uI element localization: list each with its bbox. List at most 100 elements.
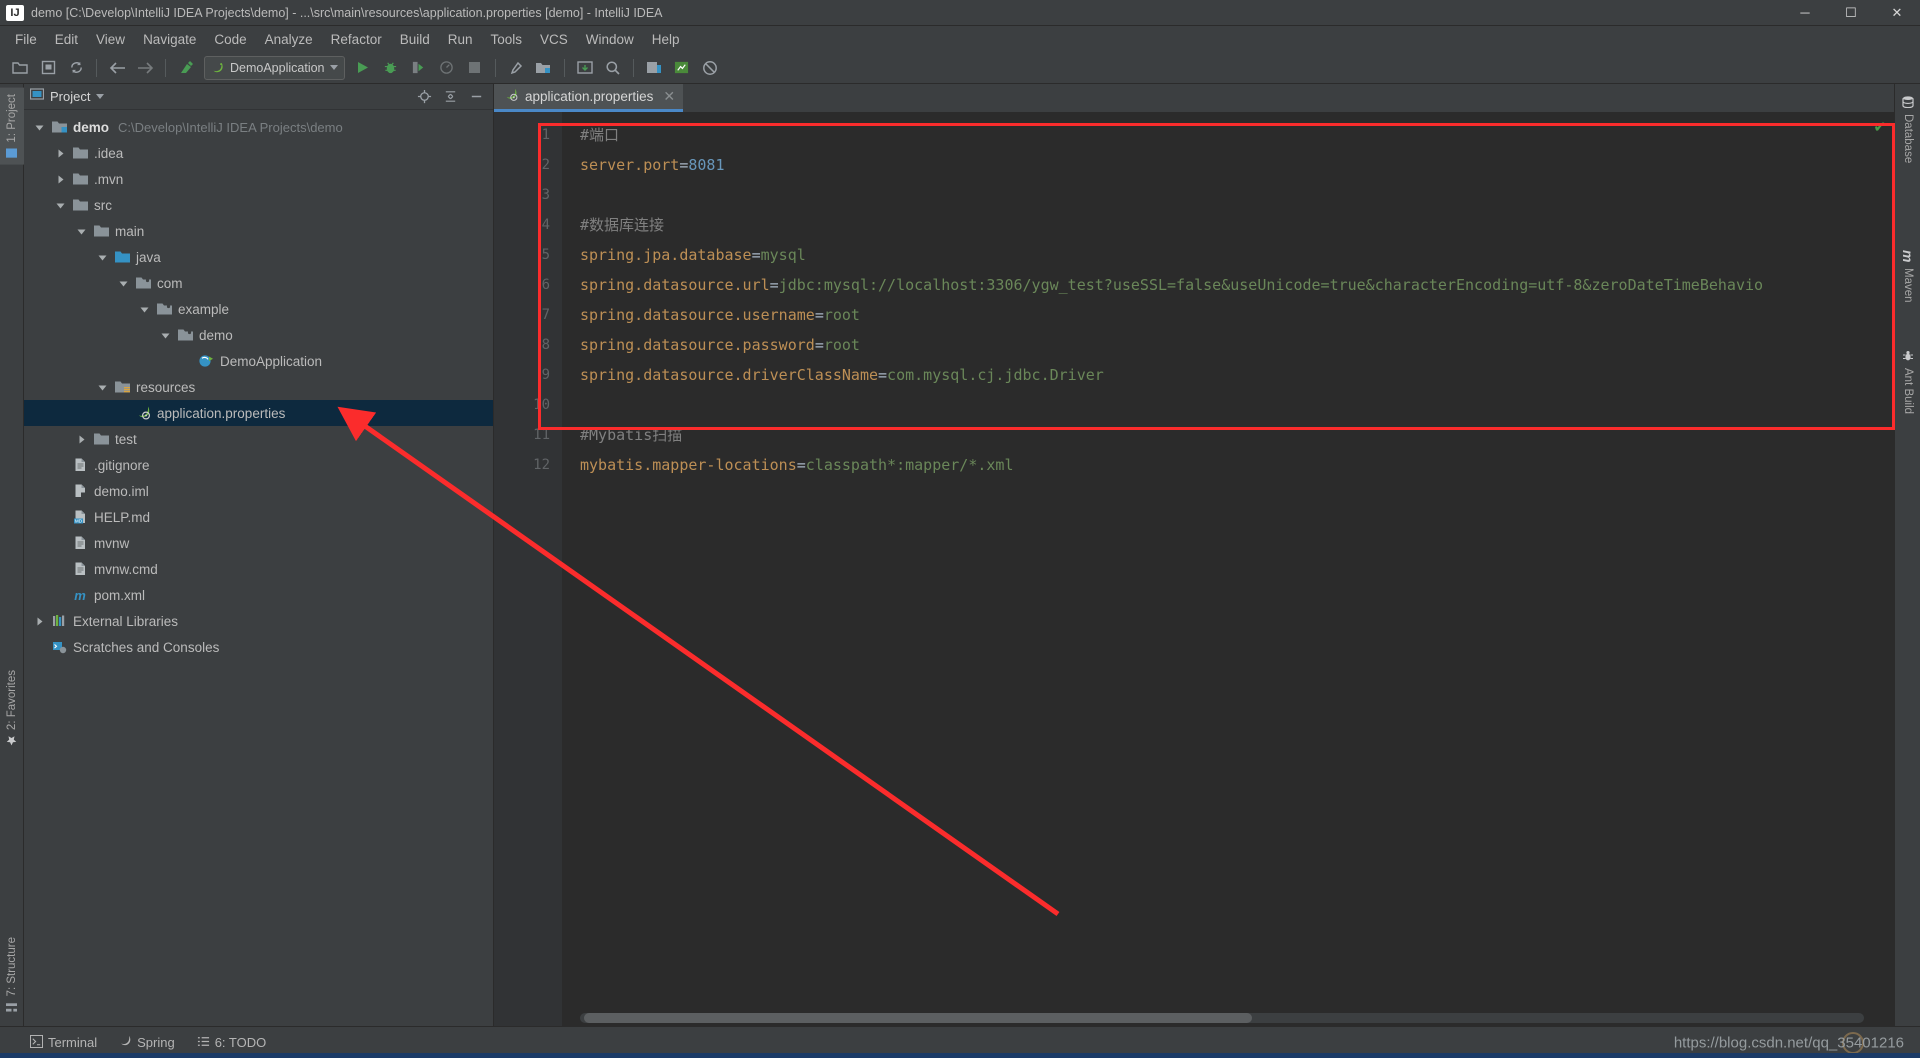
project-tree[interactable]: demo C:\Develop\IntelliJ IDEA Projects\de… [24, 110, 493, 1026]
tree-row[interactable]: java [24, 244, 493, 270]
close-icon[interactable]: ✕ [1874, 0, 1920, 26]
chevron-right-icon[interactable] [53, 172, 67, 186]
tree-row[interactable]: application.properties [24, 400, 493, 426]
code-line[interactable] [580, 390, 1894, 420]
back-icon[interactable] [104, 56, 130, 80]
settings-icon[interactable] [503, 56, 529, 80]
update-project-icon[interactable] [572, 56, 598, 80]
tree-row[interactable]: m pom.xml [24, 582, 493, 608]
stop-icon[interactable] [462, 56, 488, 80]
collapse-all-icon[interactable] [439, 87, 461, 107]
tree-row[interactable]: mvnw.cmd [24, 556, 493, 582]
code-line[interactable]: mybatis.mapper-locations=classpath*:mapp… [580, 450, 1894, 480]
chevron-down-icon[interactable] [74, 224, 88, 238]
tree-row[interactable]: demo [24, 322, 493, 348]
sidebar-item-project[interactable]: 1: Project [0, 88, 24, 165]
chevron-down-icon[interactable] [158, 328, 172, 342]
tree-row[interactable]: demo C:\Develop\IntelliJ IDEA Projects\de… [24, 114, 493, 140]
sidebar-item-structure[interactable]: 7: Structure [0, 931, 24, 1018]
tree-row[interactable]: main [24, 218, 493, 244]
chevron-right-icon[interactable] [53, 146, 67, 160]
menu-analyze[interactable]: Analyze [256, 29, 322, 50]
run-with-coverage-icon[interactable] [406, 56, 432, 80]
menu-edit[interactable]: Edit [46, 29, 87, 50]
tree-row[interactable]: demo.iml [24, 478, 493, 504]
tree-row[interactable]: src [24, 192, 493, 218]
tree-row[interactable]: com [24, 270, 493, 296]
commit-icon[interactable] [641, 56, 667, 80]
chevron-down-icon[interactable] [95, 380, 109, 394]
sidebar-item-ant-build[interactable]: Ant Build [1895, 344, 1920, 420]
menu-view[interactable]: View [87, 29, 134, 50]
open-project-icon[interactable] [7, 56, 33, 80]
chevron-down-icon[interactable] [137, 302, 151, 316]
tree-row[interactable]: .idea [24, 140, 493, 166]
chevron-down-icon[interactable] [96, 94, 105, 99]
code-line[interactable]: server.port=8081 [580, 150, 1894, 180]
chevron-down-icon[interactable] [53, 198, 67, 212]
chevron-right-icon[interactable] [74, 432, 88, 446]
code-line[interactable]: spring.datasource.url=jdbc:mysql://local… [580, 270, 1894, 300]
tree-row[interactable]: test [24, 426, 493, 452]
code-line[interactable]: #Mybatis扫描 [580, 420, 1894, 450]
code-line[interactable] [580, 180, 1894, 210]
chevron-right-icon[interactable] [32, 614, 46, 628]
code-content[interactable]: #端口 server.port=8081 #数据库连接 spring.jpa.dat… [562, 112, 1894, 1026]
tree-row[interactable]: DemoApplication [24, 348, 493, 374]
chevron-down-icon[interactable] [32, 120, 46, 134]
chevron-down-icon[interactable] [95, 250, 109, 264]
tree-row[interactable]: External Libraries [24, 608, 493, 634]
run-configuration-selector[interactable]: DemoApplication [204, 55, 345, 80]
tree-row[interactable]: MD HELP.md [24, 504, 493, 530]
status-spring[interactable]: Spring [119, 1035, 175, 1051]
sidebar-item-favorites[interactable]: 2: Favorites [0, 664, 24, 752]
search-everywhere-icon[interactable] [600, 56, 626, 80]
inspection-status-icon[interactable]: ✔ [1873, 118, 1886, 136]
sidebar-item-maven[interactable]: m Maven [1895, 244, 1920, 309]
status-terminal[interactable]: Terminal [29, 1034, 97, 1051]
horizontal-scrollbar[interactable] [580, 1013, 1864, 1023]
maximize-icon[interactable]: ☐ [1828, 0, 1874, 26]
profile-icon[interactable] [434, 56, 460, 80]
code-viewport[interactable]: 1 2 3 4 5 6 7 8 9 10 11 12 #端口 server.port=8081 #数据库… [494, 112, 1894, 1026]
locate-icon[interactable] [413, 87, 435, 107]
tree-row[interactable]: mvnw [24, 530, 493, 556]
code-line[interactable]: #端口 [580, 120, 1894, 150]
tree-row[interactable]: .mvn [24, 166, 493, 192]
hide-icon[interactable] [465, 87, 487, 107]
tree-row[interactable]: Scratches and Consoles [24, 634, 493, 660]
tree-row[interactable]: .gitignore [24, 452, 493, 478]
run-icon[interactable] [350, 56, 376, 80]
save-all-icon[interactable] [35, 56, 61, 80]
disabled-icon[interactable] [697, 56, 723, 80]
menu-code[interactable]: Code [205, 29, 255, 50]
code-line[interactable]: spring.datasource.password=root [580, 330, 1894, 360]
chevron-down-icon[interactable] [329, 65, 338, 70]
tree-row[interactable]: example [24, 296, 493, 322]
sidebar-item-database[interactable]: Database [1895, 90, 1920, 169]
close-icon[interactable]: ✕ [663, 88, 675, 105]
menu-tools[interactable]: Tools [482, 29, 532, 50]
debug-icon[interactable] [378, 56, 404, 80]
code-line[interactable]: #数据库连接 [580, 210, 1894, 240]
minimize-icon[interactable]: ─ [1782, 0, 1828, 26]
menu-window[interactable]: Window [577, 29, 643, 50]
scrollbar-thumb[interactable] [584, 1013, 1252, 1023]
menu-file[interactable]: File [6, 29, 46, 50]
tree-row[interactable]: resources [24, 374, 493, 400]
code-line[interactable]: spring.datasource.username=root [580, 300, 1894, 330]
menu-navigate[interactable]: Navigate [134, 29, 205, 50]
code-line[interactable]: spring.jpa.database=mysql [580, 240, 1894, 270]
menu-help[interactable]: Help [643, 29, 689, 50]
build-icon[interactable] [173, 56, 199, 80]
forward-icon[interactable] [132, 56, 158, 80]
status-todo[interactable]: 6: TODO [197, 1035, 266, 1051]
menu-vcs[interactable]: VCS [531, 29, 577, 50]
menu-build[interactable]: Build [391, 29, 439, 50]
menu-refactor[interactable]: Refactor [322, 29, 391, 50]
chevron-down-icon[interactable] [116, 276, 130, 290]
tab-application-properties[interactable]: application.properties ✕ [494, 84, 684, 112]
code-line[interactable]: spring.datasource.driverClassName=com.my… [580, 360, 1894, 390]
database-toolbar-icon[interactable] [669, 56, 695, 80]
menu-run[interactable]: Run [439, 29, 482, 50]
